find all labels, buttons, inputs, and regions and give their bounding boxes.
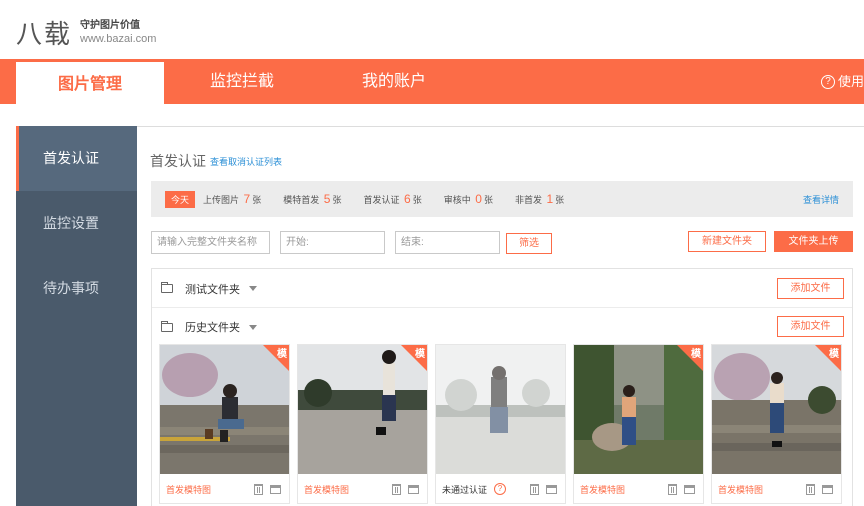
calendar-icon[interactable] bbox=[408, 485, 419, 494]
help-label: 使用 bbox=[837, 74, 864, 89]
photo-thumbnail[interactable]: 模 bbox=[574, 345, 703, 474]
folder-name: 历史文件夹 bbox=[185, 322, 240, 334]
calendar-icon[interactable] bbox=[546, 485, 557, 494]
calendar-icon[interactable] bbox=[822, 485, 833, 494]
today-badge: 今天 bbox=[165, 190, 196, 208]
image-card[interactable]: 模 首发模特图 bbox=[297, 344, 428, 504]
stat-uploaded: 上传图片 7张 bbox=[203, 192, 262, 206]
tab-image-management[interactable]: 图片管理 bbox=[16, 62, 164, 107]
chevron-down-icon[interactable] bbox=[249, 324, 257, 330]
main-content: 首发认证 查看取消认证列表 今天 上传图片 7张 模特首发 5张 首发认证 6张… bbox=[137, 126, 864, 506]
card-status: 首发模特图 bbox=[718, 484, 764, 495]
photo-image bbox=[436, 345, 565, 474]
folder-row[interactable]: 历史文件夹 添加文件 bbox=[152, 308, 852, 346]
top-nav: 图片管理 监控拦截 我的账户 ? 使用 bbox=[0, 59, 864, 107]
sidebar-item-first-publish[interactable]: 首发认证 bbox=[16, 126, 137, 191]
logo-mark: 八载 bbox=[16, 20, 73, 50]
trash-icon[interactable] bbox=[668, 484, 677, 495]
stat-not-first: 非首发 1张 bbox=[514, 192, 565, 206]
stats-bar: 今天 上传图片 7张 模特首发 5张 首发认证 6张 审核中 0张 非首发 1张… bbox=[151, 181, 853, 217]
view-details-link[interactable]: 查看详情 bbox=[803, 193, 839, 206]
photo-thumbnail[interactable]: 模 bbox=[160, 345, 289, 474]
model-badge-label: 模 bbox=[829, 349, 839, 360]
folder-row[interactable]: 测试文件夹 添加文件 bbox=[152, 270, 852, 308]
card-status: 首发模特图 bbox=[166, 484, 212, 495]
chevron-down-icon[interactable] bbox=[249, 286, 257, 291]
trash-icon[interactable] bbox=[530, 484, 539, 495]
cancelled-list-link[interactable]: 查看取消认证列表 bbox=[210, 155, 282, 168]
trash-icon[interactable] bbox=[392, 484, 401, 495]
photo-thumbnail[interactable] bbox=[436, 345, 565, 474]
logo-slogan: 守护图片价值 bbox=[80, 19, 141, 31]
add-file-button[interactable]: 添加文件 bbox=[777, 316, 844, 337]
folder-upload-button[interactable]: 文件夹上传 bbox=[774, 231, 853, 252]
folder-icon bbox=[161, 320, 173, 332]
stat-model-first: 模特首发 5张 bbox=[283, 192, 342, 206]
start-date-input[interactable]: 开始: bbox=[280, 231, 385, 254]
image-card[interactable]: 模 首发模特图 bbox=[711, 344, 842, 504]
help-link[interactable]: ? 使用 bbox=[820, 59, 864, 104]
trash-icon[interactable] bbox=[806, 484, 815, 495]
stat-reviewing: 审核中 0张 bbox=[443, 192, 493, 206]
sidebar-item-monitor-settings[interactable]: 监控设置 bbox=[16, 191, 137, 256]
card-status: 首发模特图 bbox=[580, 484, 626, 495]
card-status: 首发模特图 bbox=[304, 484, 350, 495]
image-card[interactable]: 模 首发模特图 bbox=[159, 344, 290, 504]
new-folder-button[interactable]: 新建文件夹 bbox=[688, 231, 766, 252]
sidebar-item-todo[interactable]: 待办事项 bbox=[16, 256, 137, 321]
calendar-icon[interactable] bbox=[270, 485, 281, 494]
page-title: 首发认证 bbox=[150, 153, 206, 169]
tab-my-account[interactable]: 我的账户 bbox=[330, 59, 458, 104]
folder-name: 测试文件夹 bbox=[185, 283, 240, 296]
help-icon: ? bbox=[820, 74, 835, 89]
sidebar: 首发认证 监控设置 待办事项 bbox=[16, 126, 137, 506]
filter-button[interactable]: 筛选 bbox=[506, 233, 552, 254]
logo-url: www.bazai.com bbox=[80, 32, 157, 45]
photo-thumbnail[interactable]: 模 bbox=[712, 345, 841, 474]
logo[interactable]: 八载 守护图片价值 www.bazai.com bbox=[16, 14, 156, 51]
calendar-icon[interactable] bbox=[684, 485, 695, 494]
image-card[interactable]: 未通过认证 ? bbox=[435, 344, 566, 504]
add-file-button[interactable]: 添加文件 bbox=[777, 278, 844, 299]
model-badge-label: 模 bbox=[277, 349, 287, 360]
help-circle-icon[interactable]: ? bbox=[494, 483, 507, 495]
end-date-input[interactable]: 结束: bbox=[395, 231, 500, 254]
photo-thumbnail[interactable]: 模 bbox=[298, 345, 427, 474]
card-status: 未通过认证 bbox=[442, 484, 488, 495]
folder-name-input[interactable]: 请输入完整文件夹名称 bbox=[151, 231, 270, 254]
image-card[interactable]: 模 首发模特图 bbox=[573, 344, 704, 504]
stat-first-certified: 首发认证 6张 bbox=[363, 192, 422, 206]
trash-icon[interactable] bbox=[254, 484, 263, 495]
tab-monitor-intercept[interactable]: 监控拦截 bbox=[180, 59, 304, 104]
model-badge-label: 模 bbox=[691, 349, 701, 360]
model-badge-label: 模 bbox=[415, 349, 425, 360]
folder-icon bbox=[161, 282, 173, 293]
